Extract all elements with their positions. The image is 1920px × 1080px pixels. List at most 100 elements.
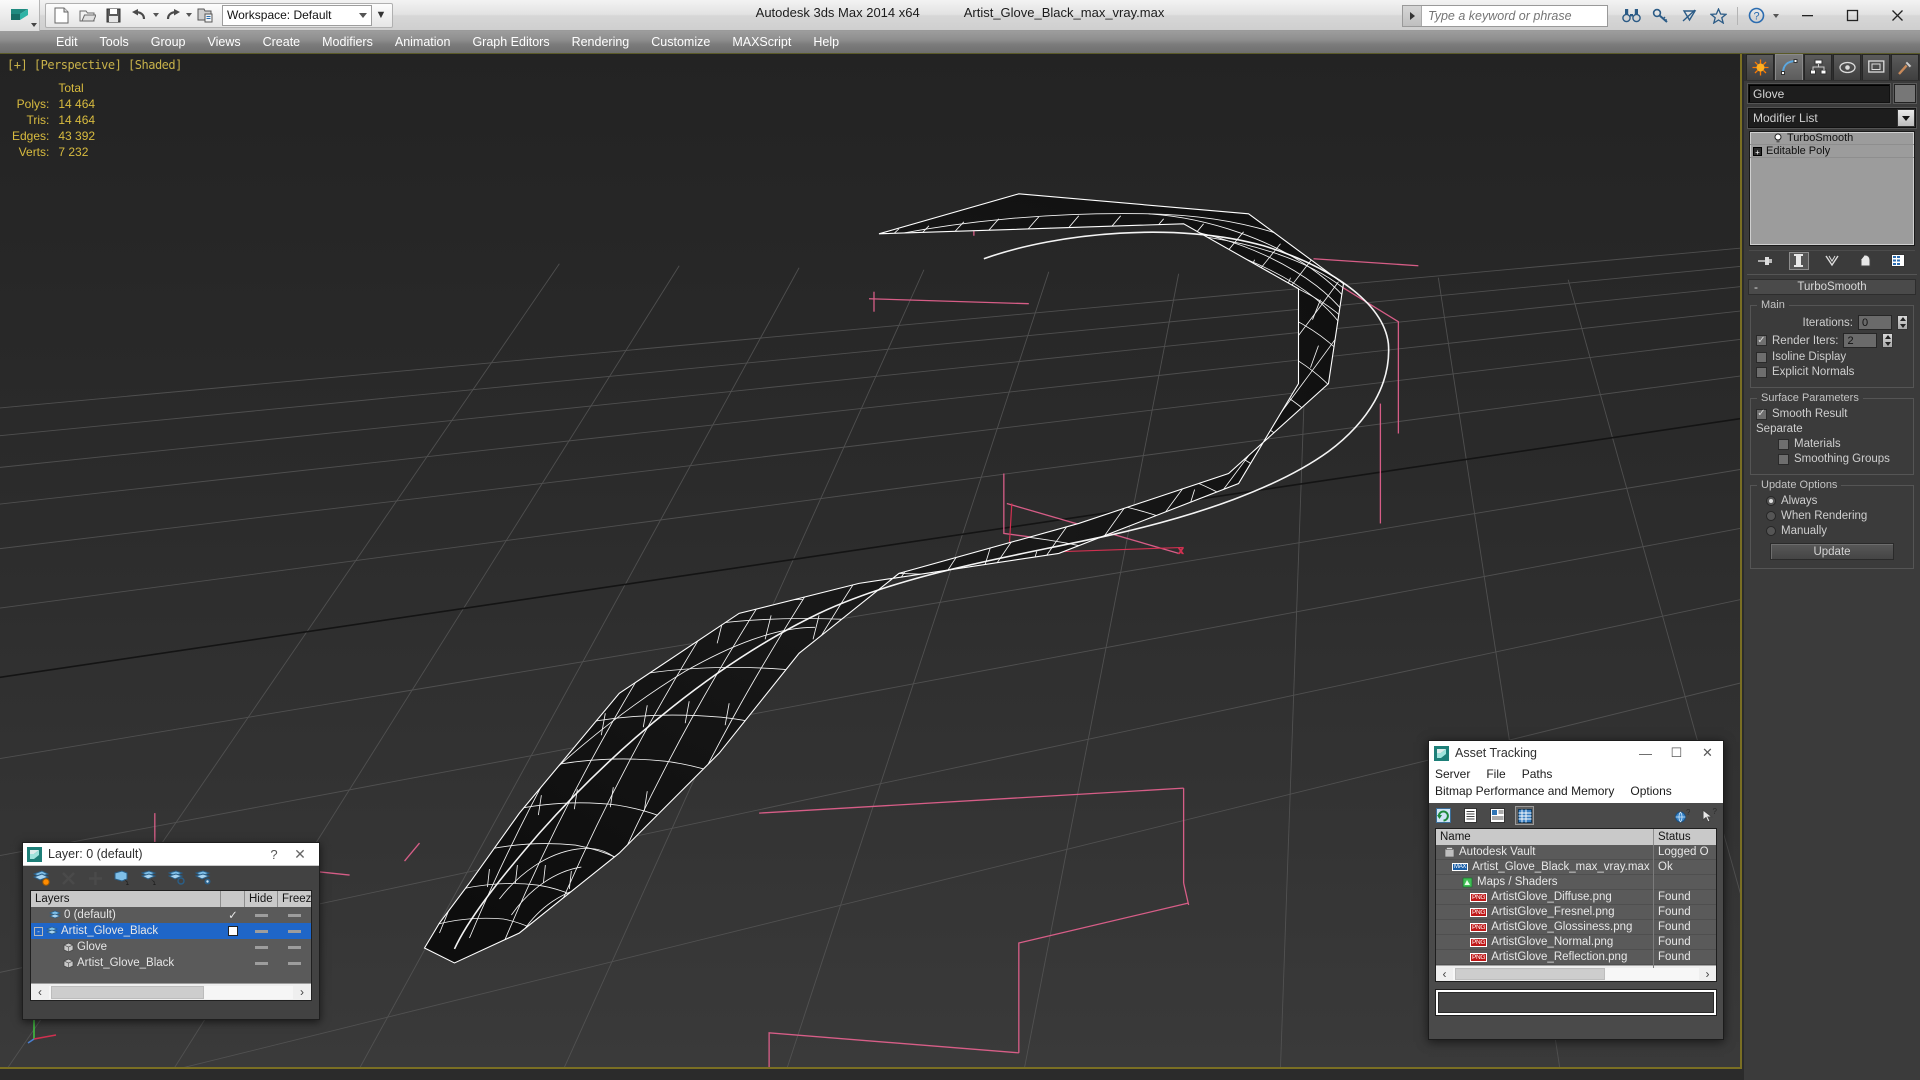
select-objects-icon[interactable] xyxy=(139,868,159,888)
open-file-icon[interactable] xyxy=(74,4,100,27)
layer-current-checkbox[interactable] xyxy=(221,926,245,936)
layer-col-current[interactable] xyxy=(221,891,245,907)
grid-view-icon[interactable] xyxy=(1515,806,1534,825)
menu-item-customize[interactable]: Customize xyxy=(640,31,721,53)
layer-row-artist-glove-black-object[interactable]: Artist_Glove_Black xyxy=(31,955,311,971)
star-icon[interactable] xyxy=(1705,4,1732,28)
select-highlight-icon[interactable] xyxy=(166,868,186,888)
asset-tracking-dialog[interactable]: Asset Tracking — ☐ ✕ Server File Paths B… xyxy=(1428,740,1724,1040)
menu-item-maxscript[interactable]: MAXScript xyxy=(721,31,802,53)
refresh-icon[interactable] xyxy=(1434,806,1453,825)
help-dropdown-icon[interactable] xyxy=(1773,13,1779,18)
asset-row-fresnel-png[interactable]: PNG ArtistGlove_Fresnel.png Found xyxy=(1436,904,1716,920)
layer-hide-toggle[interactable] xyxy=(245,945,278,949)
maximize-button[interactable] xyxy=(1830,0,1875,31)
context-help-icon[interactable]: ? xyxy=(1699,806,1718,825)
pin-stack-icon[interactable] xyxy=(1756,252,1776,270)
binoculars-icon[interactable] xyxy=(1618,4,1645,28)
asset-row-glossiness-png[interactable]: PNG ArtistGlove_Glossiness.png Found xyxy=(1436,919,1716,935)
asset-row-diffuse-png[interactable]: PNG ArtistGlove_Diffuse.png Found xyxy=(1436,889,1716,905)
scrollbar-thumb[interactable] xyxy=(1455,967,1605,980)
show-end-result-icon[interactable] xyxy=(1788,251,1809,270)
layer-properties-icon[interactable] xyxy=(193,868,213,888)
rollout-header-turbosmooth[interactable]: - TurboSmooth xyxy=(1748,279,1916,295)
menu-item-graph-editors[interactable]: Graph Editors xyxy=(461,31,560,53)
plus-expander-icon[interactable]: + xyxy=(1753,146,1762,157)
iterations-field[interactable]: 0 xyxy=(1858,315,1892,330)
scrollbar-thumb[interactable] xyxy=(51,985,204,999)
modifier-stack-item-turbosmooth[interactable]: TurboSmooth xyxy=(1750,132,1914,145)
viewport-label[interactable]: [+] [Perspective] [Shaded] xyxy=(7,58,182,72)
iterations-stepper[interactable] xyxy=(1897,315,1908,330)
menu-item-group[interactable]: Group xyxy=(140,31,197,53)
menu-item-rendering[interactable]: Rendering xyxy=(561,31,641,53)
asset-menu-file[interactable]: File xyxy=(1486,766,1505,783)
modifier-stack[interactable]: TurboSmooth + Editable Poly xyxy=(1749,131,1915,246)
workspace-selector[interactable]: Workspace: Default xyxy=(222,4,372,26)
layer-horizontal-scrollbar[interactable]: ‹ › xyxy=(31,983,311,1000)
hierarchy-tab[interactable] xyxy=(1804,54,1832,80)
menu-item-animation[interactable]: Animation xyxy=(384,31,462,53)
layer-row-glove[interactable]: Glove xyxy=(31,939,311,955)
when-rendering-radio[interactable] xyxy=(1766,511,1776,521)
undo-icon[interactable] xyxy=(126,4,152,27)
layer-col-hide[interactable]: Hide xyxy=(245,891,278,907)
create-tab[interactable] xyxy=(1746,54,1774,80)
asset-col-name[interactable]: Name xyxy=(1436,829,1654,845)
maximize-button[interactable]: ☐ xyxy=(1661,741,1692,765)
asset-col-status[interactable]: Status xyxy=(1654,829,1716,845)
update-button[interactable]: Update xyxy=(1770,543,1894,560)
new-layer-icon[interactable] xyxy=(85,868,105,888)
scroll-right-icon[interactable]: › xyxy=(1699,967,1716,981)
scrollbar-track[interactable] xyxy=(49,985,293,999)
scroll-left-icon[interactable]: ‹ xyxy=(1436,967,1453,981)
asset-row-normal-png[interactable]: PNG ArtistGlove_Normal.png Found xyxy=(1436,934,1716,950)
make-unique-icon[interactable] xyxy=(1822,252,1842,270)
asset-row-max-file[interactable]: MAX Artist_Glove_Black_max_vray.max Ok xyxy=(1436,859,1716,875)
minimize-button[interactable] xyxy=(1785,0,1830,31)
chevron-down-icon[interactable] xyxy=(1897,109,1915,127)
menu-item-help[interactable]: Help xyxy=(802,31,850,53)
asset-row-reflection-png[interactable]: PNG ArtistGlove_Reflection.png Found xyxy=(1436,949,1716,965)
explicit-normals-checkbox[interactable] xyxy=(1756,366,1767,378)
layer-hide-toggle[interactable] xyxy=(245,929,278,933)
menu-item-create[interactable]: Create xyxy=(252,31,312,53)
modifier-stack-item-editable-poly[interactable]: + Editable Poly xyxy=(1750,145,1914,158)
layer-freeze-toggle[interactable] xyxy=(278,945,311,949)
always-radio[interactable] xyxy=(1766,496,1776,506)
motion-tab[interactable] xyxy=(1833,54,1861,80)
layer-hide-toggle[interactable] xyxy=(245,961,278,965)
search-dropdown-icon[interactable] xyxy=(1403,5,1422,26)
layer-row-artist-glove-black[interactable]: - Artist_Glove_Black xyxy=(31,923,311,939)
layer-col-layers[interactable]: Layers xyxy=(31,891,221,907)
close-button[interactable]: ✕ xyxy=(285,846,315,863)
layer-dialog[interactable]: Layer: 0 (default) ? ✕ Layers Hide Freez… xyxy=(22,842,320,1020)
list-view-icon[interactable] xyxy=(1461,806,1480,825)
search-box[interactable] xyxy=(1402,4,1608,27)
render-iters-checkbox[interactable] xyxy=(1756,335,1767,346)
new-file-icon[interactable] xyxy=(48,4,74,27)
rollout-collapse-icon[interactable]: - xyxy=(1754,280,1758,294)
app-logo-button[interactable] xyxy=(0,0,40,31)
configure-sets-icon[interactable] xyxy=(1888,252,1908,270)
smoothing-groups-checkbox[interactable] xyxy=(1778,453,1789,465)
add-selection-icon[interactable] xyxy=(112,868,132,888)
modifier-list-dropdown[interactable]: Modifier List xyxy=(1748,108,1916,128)
help-icon[interactable]: ? xyxy=(1743,4,1770,28)
redo-icon[interactable] xyxy=(159,4,185,27)
display-tab[interactable] xyxy=(1862,54,1890,80)
help-button[interactable]: ? xyxy=(263,847,285,862)
key-icon[interactable] xyxy=(1647,4,1674,28)
menu-item-modifiers[interactable]: Modifiers xyxy=(311,31,384,53)
close-button[interactable] xyxy=(1875,0,1920,31)
set-project-folder-icon[interactable] xyxy=(192,4,218,27)
search-input[interactable] xyxy=(1422,5,1607,26)
layer-current-mark[interactable]: ✓ xyxy=(221,908,245,922)
asset-menu-server[interactable]: Server xyxy=(1435,766,1470,783)
save-icon[interactable] xyxy=(100,4,126,27)
qat-overflow-icon[interactable]: ▼ xyxy=(372,4,390,27)
manually-radio[interactable] xyxy=(1766,526,1776,536)
render-iters-field[interactable]: 2 xyxy=(1843,333,1878,348)
scroll-right-icon[interactable]: › xyxy=(293,985,311,999)
asset-status-field-inner[interactable] xyxy=(1438,992,1714,1013)
